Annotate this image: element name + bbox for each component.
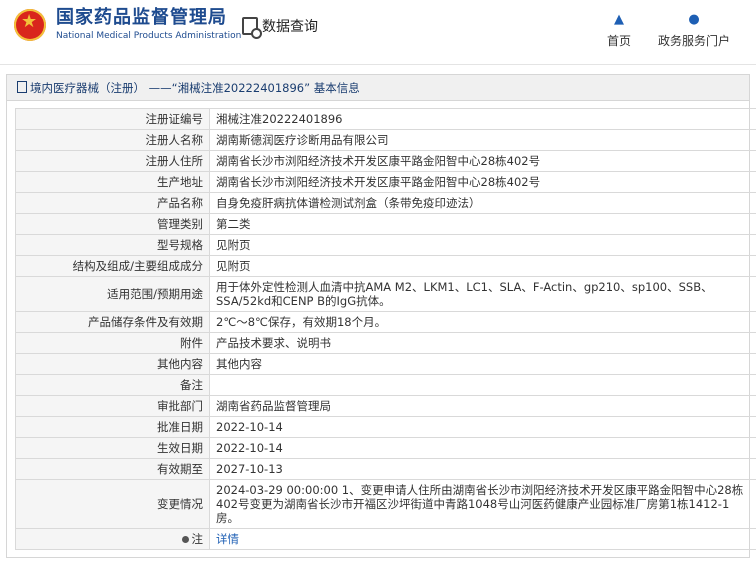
table-row: 备注 (15, 374, 756, 396)
org-name-en: National Medical Products Administration (56, 31, 242, 41)
field-label: 批准日期 (15, 416, 210, 438)
lightbulb-icon (181, 536, 189, 543)
field-value: 第二类 (209, 213, 756, 235)
site-logo[interactable]: 国家药品监督管理局 National Medical Products Admi… (14, 8, 241, 41)
search-document-icon (242, 17, 262, 39)
field-label: 结构及组成/主要组成成分 (15, 255, 210, 277)
field-value: 2℃～8℃保存，有效期18个月。 (209, 311, 756, 333)
field-label: 有效期至 (15, 458, 210, 480)
table-row: 批准日期 2022-10-14 (15, 416, 756, 438)
table-row: 注册人名称 湖南斯德润医疗诊断用品有限公司 (15, 129, 756, 151)
details-link[interactable]: 详情 (216, 532, 239, 546)
breadcrumb: 境内医疗器械（注册） ——“湘械注准20222401896” 基本信息 (7, 75, 749, 101)
field-value: 湖南省长沙市浏阳经济技术开发区康平路金阳智中心28栋402号 (209, 150, 756, 172)
nav-home-label: 首页 (606, 34, 631, 48)
national-emblem-icon (14, 8, 46, 41)
table-row: 管理类别 第二类 (15, 213, 756, 235)
field-label: 注册人名称 (15, 129, 210, 151)
field-label: 产品名称 (15, 192, 210, 214)
note-label: 注 (15, 528, 210, 550)
table-row: 产品储存条件及有效期 2℃～8℃保存，有效期18个月。 (15, 311, 756, 333)
field-value: 湖南省长沙市浏阳经济技术开发区康平路金阳智中心28栋402号 (209, 171, 756, 193)
field-label: 型号规格 (15, 234, 210, 256)
table-row: 其他内容 其他内容 (15, 353, 756, 375)
nav-gov-label: 政务服务门户 (658, 34, 731, 48)
field-value: 2022-10-14 (209, 416, 756, 438)
table-row: 注册人住所 湖南省长沙市浏阳经济技术开发区康平路金阳智中心28栋402号 (15, 150, 756, 172)
field-value: 见附页 (209, 255, 756, 277)
field-value: 其他内容 (209, 353, 756, 375)
home-icon: ▲ (614, 12, 624, 27)
table-row: 变更情况 2024-03-29 00:00:00 1、变更申请人住所由湖南省长沙市… (15, 479, 756, 529)
table-row: 注册证编号 湘械注准20222401896 (15, 108, 756, 130)
field-value: 产品技术要求、说明书 (209, 332, 756, 354)
field-value: 湖南省药品监督管理局 (209, 395, 756, 417)
top-header: 国家药品监督管理局 National Medical Products Admi… (0, 0, 756, 65)
table-row: 有效期至 2027-10-13 (15, 458, 756, 480)
nav-gov-portal[interactable]: ● 政务服务门户 (658, 12, 730, 49)
table-row: 生产地址 湖南省长沙市浏阳经济技术开发区康平路金阳智中心28栋402号 (15, 171, 756, 193)
user-icon: ● (688, 12, 700, 27)
breadcrumb-text: 境内医疗器械（注册） ——“湘械注准20222401896” 基本信息 (30, 81, 360, 95)
field-label: 注册证编号 (15, 108, 210, 130)
field-value (209, 374, 756, 396)
field-label: 生产地址 (15, 171, 210, 193)
data-query-label: 数据查询 (262, 19, 318, 35)
field-label: 其他内容 (15, 353, 210, 375)
table-row: 适用范围/预期用途 用于体外定性检测人血清中抗AMA M2、LKM1、LC1、SL… (15, 276, 756, 312)
table-row: 注详情 (15, 528, 756, 550)
field-value: 2027-10-13 (209, 458, 756, 480)
field-value: 湘械注准20222401896 (209, 108, 756, 130)
field-label: 附件 (15, 332, 210, 354)
field-label: 变更情况 (15, 479, 210, 529)
table-row: 产品名称 自身免疫肝病抗体谱检测试剂盒（条带免疫印迹法） (15, 192, 756, 214)
field-label: 审批部门 (15, 395, 210, 417)
field-label: 产品储存条件及有效期 (15, 311, 210, 333)
data-query-link[interactable]: 数据查询 (242, 16, 318, 39)
field-value: 自身免疫肝病抗体谱检测试剂盒（条带免疫印迹法） (209, 192, 756, 214)
document-icon (17, 81, 27, 93)
field-label: 备注 (15, 374, 210, 396)
table-row: 生效日期 2022-10-14 (15, 437, 756, 459)
details-cell: 详情 (209, 528, 756, 550)
table-row: 审批部门 湖南省药品监督管理局 (15, 395, 756, 417)
table-row: 结构及组成/主要组成成分 见附页 (15, 255, 756, 277)
field-label: 管理类别 (15, 213, 210, 235)
field-label: 适用范围/预期用途 (15, 276, 210, 312)
info-table: 注册证编号 湘械注准20222401896 注册人名称 湖南斯德润医疗诊断用品有限公… (15, 108, 756, 550)
org-name-cn: 国家药品监督管理局 (56, 7, 227, 28)
detail-panel: 境内医疗器械（注册） ——“湘械注准20222401896” 基本信息 注册证编… (6, 74, 756, 558)
field-value: 用于体外定性检测人血清中抗AMA M2、LKM1、LC1、SLA、F-Actin… (209, 276, 756, 312)
field-value: 见附页 (209, 234, 756, 256)
nav-home[interactable]: ▲ 首页 (606, 12, 632, 49)
field-label: 注册人住所 (15, 150, 210, 172)
field-label: 生效日期 (15, 437, 210, 459)
table-row: 型号规格 见附页 (15, 234, 756, 256)
logo-text: 国家药品监督管理局 National Medical Products Admi… (56, 7, 242, 42)
field-value: 2024-03-29 00:00:00 1、变更申请人住所由湖南省长沙市浏阳经济… (209, 479, 756, 529)
field-value: 2022-10-14 (209, 437, 756, 459)
field-value: 湖南斯德润医疗诊断用品有限公司 (209, 129, 756, 151)
table-row: 附件 产品技术要求、说明书 (15, 332, 756, 354)
note-label-text: 注 (191, 532, 204, 546)
